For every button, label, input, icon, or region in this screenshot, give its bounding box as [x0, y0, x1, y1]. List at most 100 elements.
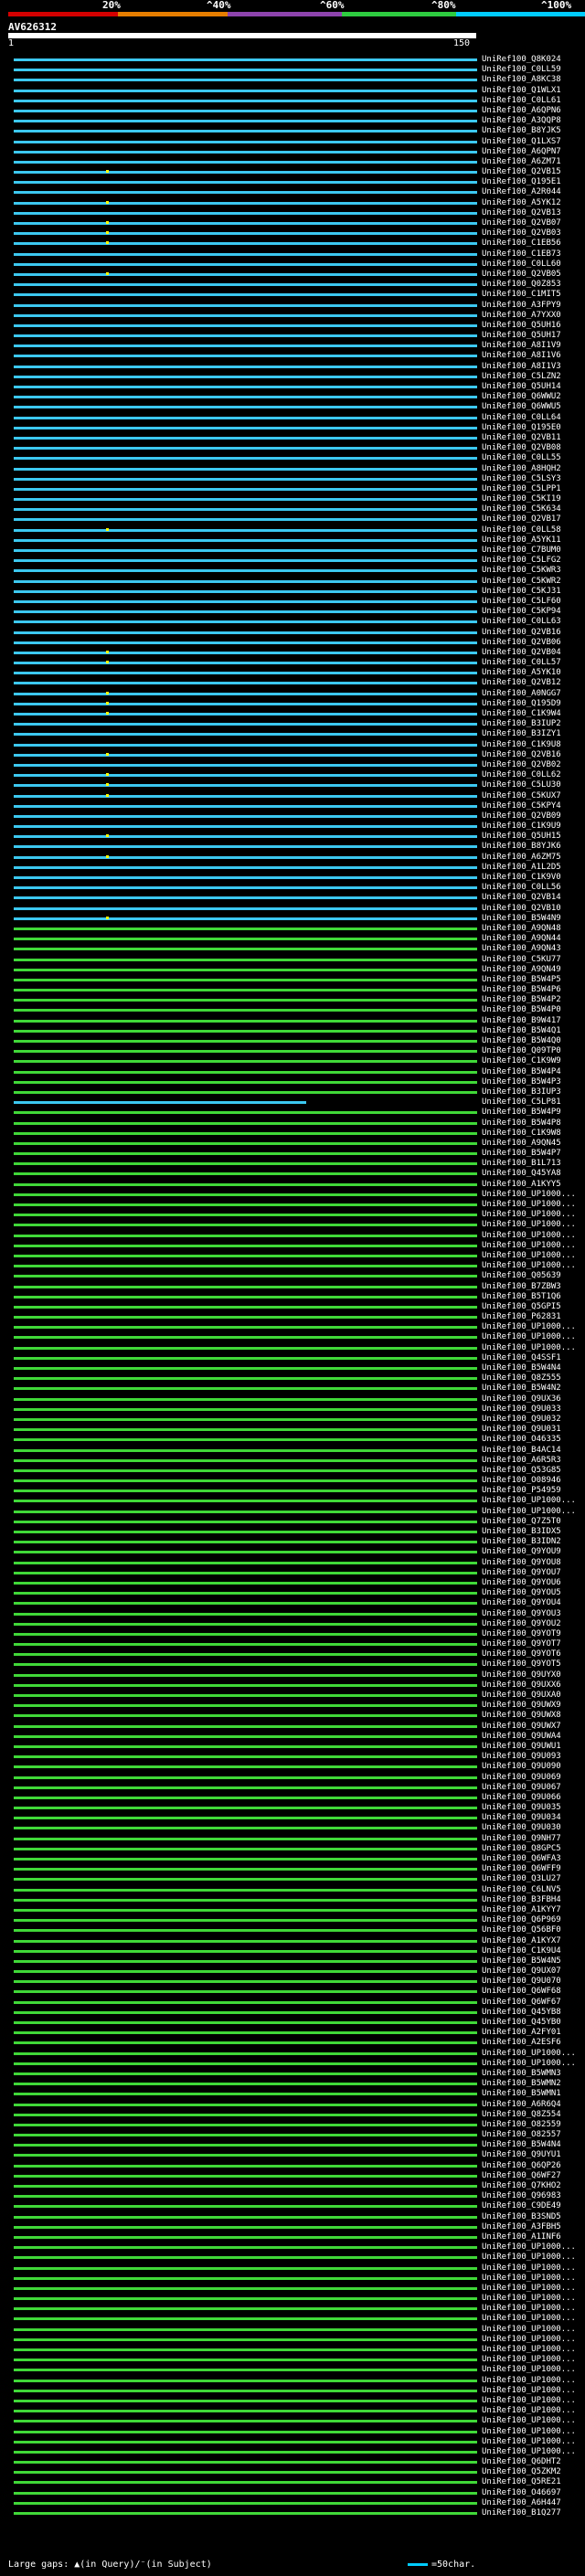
hit-row[interactable]: UniRef100_O46335 [0, 1435, 585, 1445]
hit-row[interactable]: UniRef100_Q9YOT6 [0, 1649, 585, 1659]
hit-label[interactable]: UniRef100_A8I1V3 [482, 362, 561, 372]
hit-row[interactable]: UniRef100_B3SND5 [0, 2212, 585, 2222]
hit-label[interactable]: UniRef100_UP1000... [482, 2355, 576, 2365]
hit-label[interactable]: UniRef100_B5WMN3 [482, 2069, 561, 2079]
hit-row[interactable]: UniRef100_Q9YOT9 [0, 1629, 585, 1639]
hit-label[interactable]: UniRef100_B5W4P9 [482, 1108, 561, 1118]
hit-label[interactable]: UniRef100_B5W4P8 [482, 1118, 561, 1129]
hit-row[interactable]: UniRef100_Q9U090 [0, 1762, 585, 1772]
hit-row[interactable]: UniRef100_B9W417 [0, 1016, 585, 1026]
hit-label[interactable]: UniRef100_B5W4P0 [482, 1005, 561, 1015]
hit-label[interactable]: UniRef100_A6QPN7 [482, 147, 561, 157]
hit-row[interactable]: UniRef100_C0LL59 [0, 65, 585, 75]
hit-label[interactable]: UniRef100_Q9U070 [482, 1977, 561, 1987]
hit-label[interactable]: UniRef100_Q05639 [482, 1271, 561, 1281]
hit-label[interactable]: UniRef100_UP1000... [482, 2253, 576, 2263]
hit-row[interactable]: UniRef100_Q05639 [0, 1271, 585, 1281]
hit-label[interactable]: UniRef100_Q2VB12 [482, 678, 561, 688]
hit-row[interactable]: UniRef100_UP1000... [0, 1200, 585, 1210]
hit-label[interactable]: UniRef100_Q9UYX0 [482, 1670, 561, 1680]
hit-row[interactable]: UniRef100_Q9UWU1 [0, 1742, 585, 1752]
hit-label[interactable]: UniRef100_Q0Z853 [482, 280, 561, 290]
hit-label[interactable]: UniRef100_UP1000... [482, 1251, 576, 1261]
hit-row[interactable]: UniRef100_O82559 [0, 2120, 585, 2130]
hit-label[interactable]: UniRef100_C5KJ31 [482, 587, 561, 597]
hit-row[interactable]: UniRef100_B5W4N4 [0, 2140, 585, 2150]
hit-row[interactable]: UniRef100_UP1000... [0, 2447, 585, 2457]
hit-label[interactable]: UniRef100_C6LNV5 [482, 1885, 561, 1895]
hit-row[interactable]: UniRef100_C1EB73 [0, 249, 585, 260]
hit-label[interactable]: UniRef100_Q6WFA3 [482, 1854, 561, 1864]
hit-label[interactable]: UniRef100_Q9UXA0 [482, 1691, 561, 1701]
hit-row[interactable]: UniRef100_B1Q277 [0, 2508, 585, 2518]
hit-label[interactable]: UniRef100_Q6P969 [482, 1915, 561, 1925]
hit-row[interactable]: UniRef100_Q56BF0 [0, 1925, 585, 1935]
hit-label[interactable]: UniRef100_UP1000... [482, 2304, 576, 2314]
hit-label[interactable]: UniRef100_C1K9W9 [482, 1056, 561, 1066]
hit-row[interactable]: UniRef100_UP1000... [0, 1332, 585, 1342]
hit-row[interactable]: UniRef100_B5W4N5 [0, 1956, 585, 1966]
hit-label[interactable]: UniRef100_Q8Z555 [482, 1373, 561, 1383]
hit-label[interactable]: UniRef100_B3IUP2 [482, 719, 561, 729]
hit-row[interactable]: UniRef100_UP1000... [0, 1507, 585, 1517]
hit-row[interactable]: UniRef100_B5WMN3 [0, 2069, 585, 2079]
hit-row[interactable]: UniRef100_Q9YOU9 [0, 1547, 585, 1557]
hit-label[interactable]: UniRef100_B5W4P6 [482, 985, 561, 995]
hit-row[interactable]: UniRef100_O08946 [0, 1476, 585, 1486]
hit-label[interactable]: UniRef100_B3SND5 [482, 2212, 561, 2222]
hit-row[interactable]: UniRef100_Q2VB03 [0, 228, 585, 239]
hit-row[interactable]: UniRef100_Q09TP0 [0, 1046, 585, 1056]
hit-row[interactable]: UniRef100_Q9NH77 [0, 1834, 585, 1844]
hit-label[interactable]: UniRef100_B1Q277 [482, 2508, 561, 2518]
hit-label[interactable]: UniRef100_C1K9W4 [482, 709, 561, 719]
hit-label[interactable]: UniRef100_UP1000... [482, 1231, 576, 1241]
hit-label[interactable]: UniRef100_Q9U069 [482, 1773, 561, 1783]
hit-row[interactable]: UniRef100_Q5UH14 [0, 382, 585, 392]
hit-row[interactable]: UniRef100_Q9YOU8 [0, 1558, 585, 1568]
hit-label[interactable]: UniRef100_Q5UH17 [482, 331, 561, 341]
hit-row[interactable]: UniRef100_C5KWR3 [0, 566, 585, 576]
hit-label[interactable]: UniRef100_B5W4N9 [482, 914, 561, 924]
hit-row[interactable]: UniRef100_B5W4P2 [0, 995, 585, 1005]
hit-row[interactable]: UniRef100_Q6WFF9 [0, 1864, 585, 1874]
hit-row[interactable]: UniRef100_A2R044 [0, 187, 585, 197]
hit-row[interactable]: UniRef100_Q8K024 [0, 55, 585, 65]
hit-label[interactable]: UniRef100_A9QN48 [482, 924, 561, 934]
hit-label[interactable]: UniRef100_Q2VB16 [482, 628, 561, 638]
hit-row[interactable]: UniRef100_Q9YOU5 [0, 1588, 585, 1598]
hit-label[interactable]: UniRef100_C5LZN2 [482, 372, 561, 382]
hit-row[interactable]: UniRef100_A9QN49 [0, 965, 585, 975]
hit-row[interactable]: UniRef100_Q8GPC5 [0, 1844, 585, 1854]
hit-label[interactable]: UniRef100_Q5RE21 [482, 2477, 561, 2487]
hit-label[interactable]: UniRef100_C1EB73 [482, 249, 561, 260]
hit-row[interactable]: UniRef100_Q9UYU1 [0, 2150, 585, 2160]
hit-label[interactable]: UniRef100_UP1000... [482, 2335, 576, 2345]
hit-label[interactable]: UniRef100_Q8K024 [482, 55, 561, 65]
hit-row[interactable]: UniRef100_UP1000... [0, 2059, 585, 2069]
hit-row[interactable]: UniRef100_UP1000... [0, 2049, 585, 2059]
hit-row[interactable]: UniRef100_UP1000... [0, 1231, 585, 1241]
hit-row[interactable]: UniRef100_C5KPY4 [0, 801, 585, 811]
hit-row[interactable]: UniRef100_Q4SSF1 [0, 1353, 585, 1363]
hit-label[interactable]: UniRef100_UP1000... [482, 1332, 576, 1342]
hit-row[interactable]: UniRef100_Q6DHT2 [0, 2457, 585, 2467]
hit-row[interactable]: UniRef100_Q9U033 [0, 1405, 585, 1415]
hit-row[interactable]: UniRef100_Q5GPI5 [0, 1302, 585, 1312]
hit-row[interactable]: UniRef100_UP1000... [0, 1261, 585, 1271]
hit-label[interactable]: UniRef100_A1L2D5 [482, 863, 561, 873]
hit-row[interactable]: UniRef100_C5LP81 [0, 1097, 585, 1108]
hit-row[interactable]: UniRef100_C5KWR2 [0, 577, 585, 587]
hit-row[interactable]: UniRef100_Q195E1 [0, 177, 585, 187]
hit-label[interactable]: UniRef100_Q2VB02 [482, 760, 561, 770]
hit-label[interactable]: UniRef100_B5W4P7 [482, 1149, 561, 1159]
hit-row[interactable]: UniRef100_P62831 [0, 1312, 585, 1322]
hit-row[interactable]: UniRef100_Q9UWX7 [0, 1722, 585, 1732]
hit-row[interactable]: UniRef100_C5LZN2 [0, 372, 585, 382]
hit-label[interactable]: UniRef100_B1L713 [482, 1159, 561, 1169]
hit-row[interactable]: UniRef100_C5LF60 [0, 597, 585, 607]
hit-label[interactable]: UniRef100_C0LL55 [482, 453, 561, 463]
hit-row[interactable]: UniRef100_UP1000... [0, 1220, 585, 1230]
hit-label[interactable]: UniRef100_Q9U090 [482, 1762, 561, 1772]
hit-label[interactable]: UniRef100_A6H447 [482, 2498, 561, 2508]
hit-label[interactable]: UniRef100_Q2VB09 [482, 811, 561, 822]
